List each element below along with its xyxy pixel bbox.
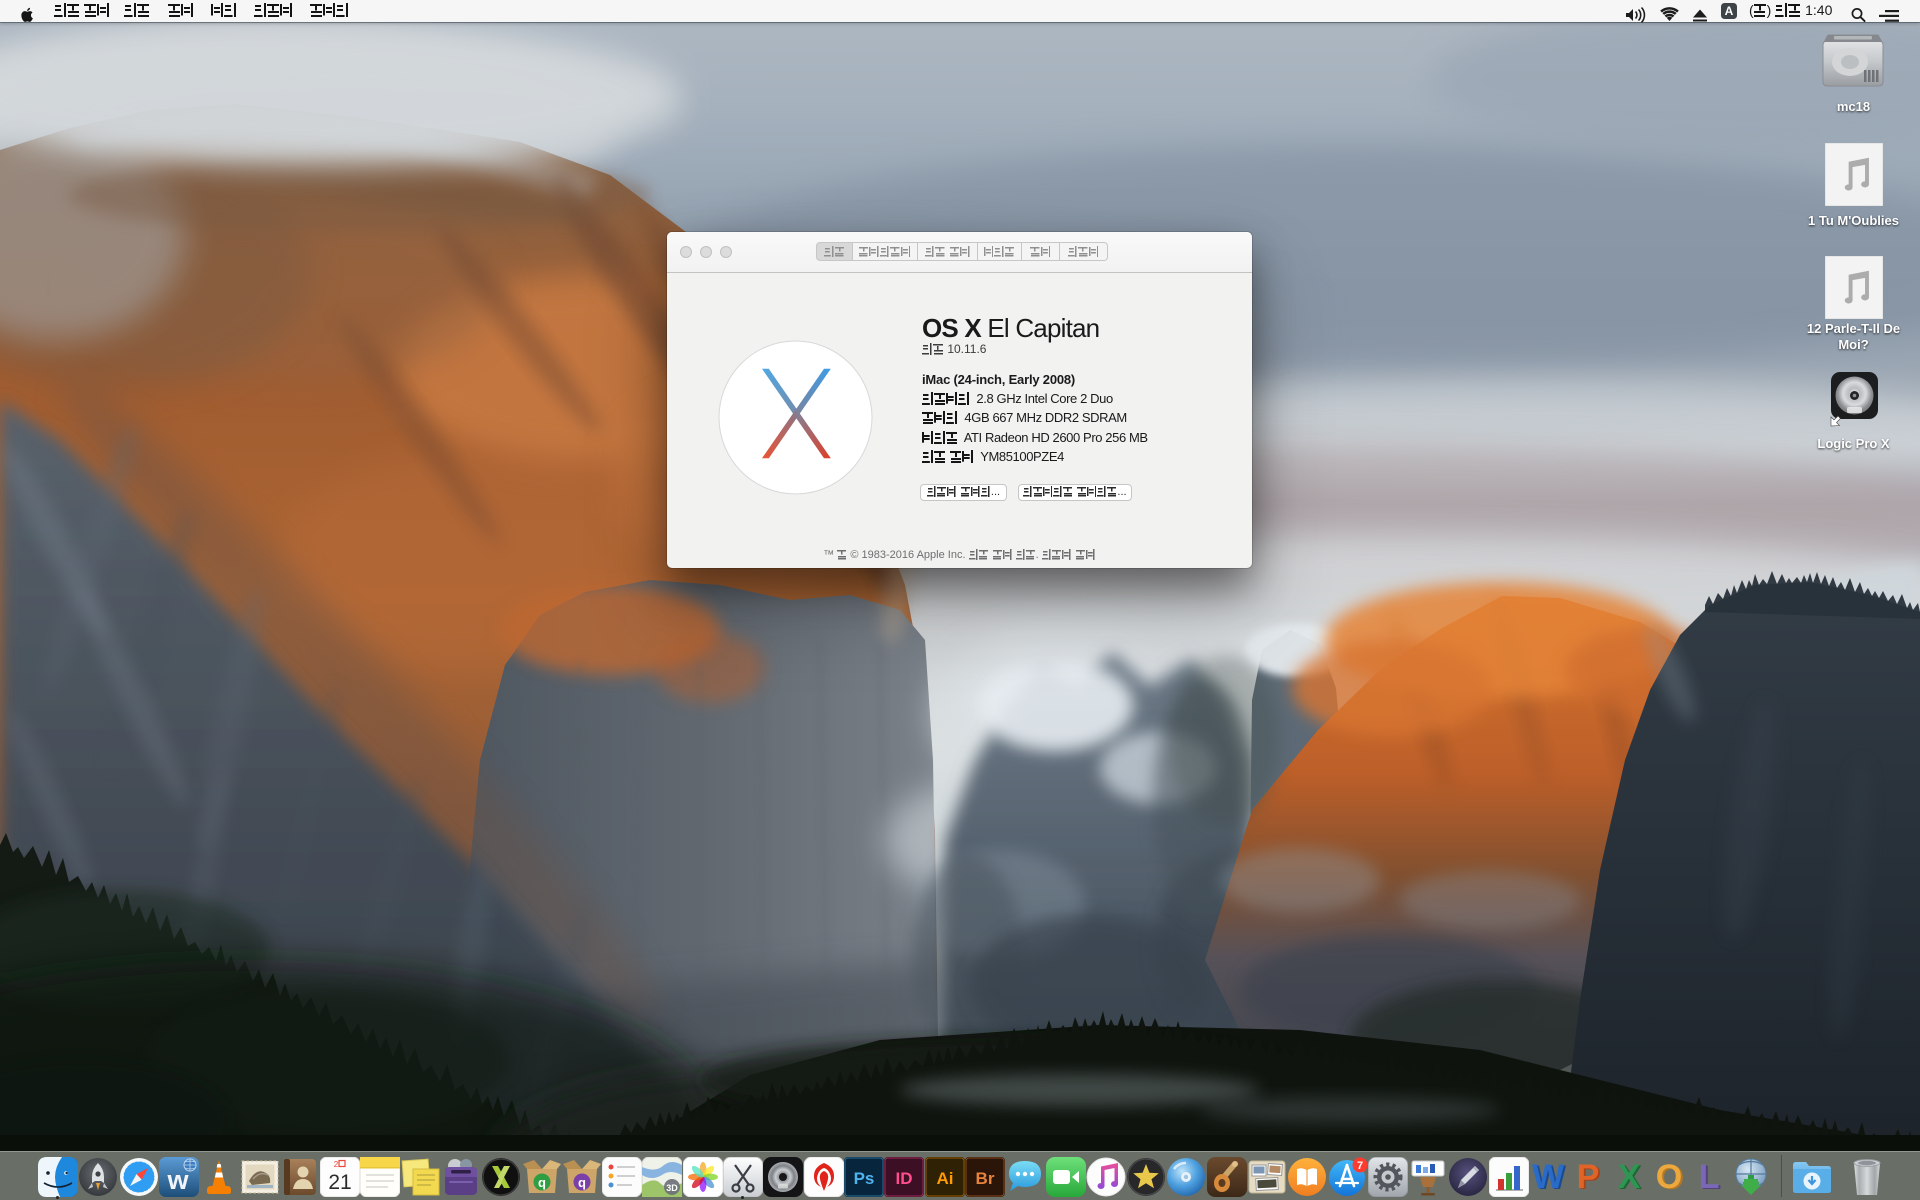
svg-text:Ai: Ai [937,1169,954,1188]
svg-text:3D: 3D [666,1183,678,1193]
svg-text:2: 2 [334,1160,339,1169]
svg-text:X: X [1618,1158,1641,1196]
svg-text:P: P [1577,1158,1600,1196]
svg-text:q: q [538,1175,546,1190]
svg-text:q: q [578,1175,586,1190]
svg-text:L: L [1699,1158,1720,1196]
svg-text:ID: ID [896,1169,913,1188]
svg-text:7: 7 [1357,1160,1363,1172]
svg-text:Ps: Ps [854,1169,875,1188]
svg-text:w: w [166,1165,189,1195]
svg-text:W: W [1532,1158,1565,1196]
svg-text:21: 21 [328,1171,351,1194]
svg-text:O: O [1656,1158,1682,1196]
svg-text:Br: Br [976,1169,995,1188]
